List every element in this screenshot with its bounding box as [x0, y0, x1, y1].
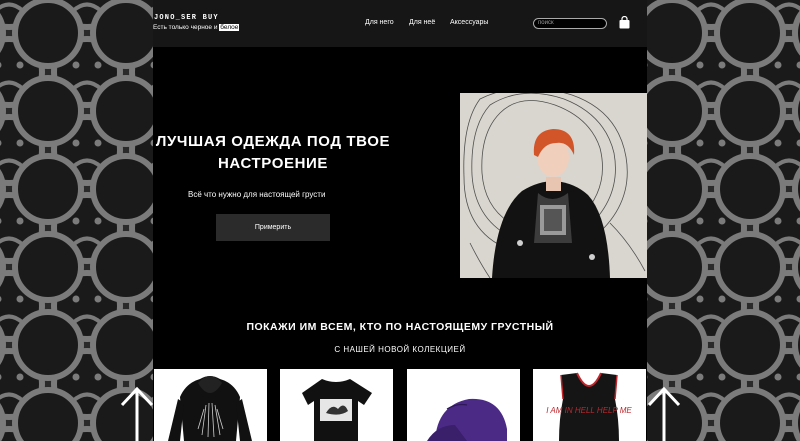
brand-logo[interactable]: JONO_SER BUY	[154, 14, 219, 22]
product-card-hoodie[interactable]	[154, 369, 267, 441]
try-on-button[interactable]: Примерить	[216, 214, 330, 241]
hoodie-image	[168, 376, 252, 441]
hero-model-photo	[460, 93, 647, 278]
arrow-up-icon[interactable]	[645, 385, 683, 441]
hero-title: ЛУЧШАЯ ОДЕЖДА ПОД ТВОЕ НАСТРОЕНИЕ	[155, 133, 391, 172]
nav-link-for-her[interactable]: Для неё	[409, 19, 435, 26]
arrow-up-icon[interactable]	[118, 385, 156, 441]
tagline-highlight: белое	[219, 24, 240, 31]
collection-title: ПОКАЖИ ИМ ВСЕМ, КТО ПО НАСТОЯЩЕМУ ГРУСТН…	[246, 321, 554, 333]
tshirt-image	[302, 379, 372, 441]
brand-tagline: Есть только черное и белое	[153, 24, 240, 31]
cap-image	[427, 398, 507, 441]
site-header: JONO_SER BUY Есть только черное и белое …	[153, 0, 647, 47]
vest-image: I AM IN HELL HELP ME	[546, 372, 632, 441]
nav-link-for-him[interactable]: Для него	[365, 19, 394, 26]
product-card-vest[interactable]: I AM IN HELL HELP ME	[533, 369, 646, 441]
search-input[interactable]: поиск	[533, 18, 607, 29]
search-placeholder: поиск	[538, 20, 554, 26]
nav-link-accessories[interactable]: Аксессуары	[450, 19, 488, 26]
product-card-tshirt[interactable]	[280, 369, 393, 441]
tagline-text: Есть только черное и	[153, 24, 220, 31]
shopping-bag-icon[interactable]	[619, 16, 630, 29]
collection-subtitle: С НАШЕЙ НОВОЙ КОЛЕКЦИЕЙ	[334, 345, 466, 354]
product-card-cap[interactable]	[407, 369, 520, 441]
website-page: JONO_SER BUY Есть только черное и белое …	[153, 0, 647, 441]
hero-subtitle: Всё что нужно для настоящей грусти	[188, 190, 326, 199]
vest-print: I AM IN HELL HELP ME	[546, 406, 632, 415]
